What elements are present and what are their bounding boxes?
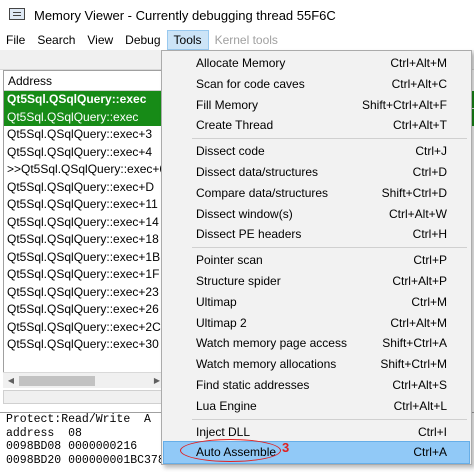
disassembler-row[interactable]: Qt5Sql.QSqlQuery::exec+4: [4, 144, 164, 162]
disassembler-row[interactable]: Qt5Sql.QSqlQuery::exec+11: [4, 196, 164, 214]
menu-item-shortcut: Ctrl+I: [417, 424, 447, 439]
menu-item-shortcut: Ctrl+Alt+L: [393, 398, 447, 413]
menu-item-shortcut: Ctrl+Alt+C: [391, 76, 447, 91]
menu-item-dissect-code[interactable]: Dissect code Ctrl+J: [164, 141, 469, 162]
menu-separator: [192, 247, 467, 249]
menu-item-label: Find static addresses: [196, 377, 310, 392]
menu-item-create-thread[interactable]: Create Thread Ctrl+Alt+T: [164, 115, 469, 136]
scroll-left-icon[interactable]: ◀: [3, 373, 19, 389]
disassembler-row[interactable]: Qt5Sql.QSqlQuery::exec+2C: [4, 319, 164, 337]
disassembler-row[interactable]: >>Qt5Sql.QSqlQuery::exec+6: [4, 161, 164, 179]
memory-viewer-icon: [8, 6, 26, 24]
menu-separator: [192, 418, 467, 420]
menu-item-shortcut: Ctrl+Alt+M: [390, 56, 447, 70]
menu-item-ultimap-2[interactable]: Ultimap 2 Ctrl+Alt+M: [164, 313, 469, 334]
menu-item-shortcut: Shift+Ctrl+A: [382, 336, 447, 351]
menu-item-scan-code-caves[interactable]: Scan for code caves Ctrl+Alt+C: [164, 74, 469, 95]
annotation-number: 3: [282, 440, 290, 455]
title-bar: Memory Viewer - Currently debugging thre…: [0, 0, 474, 30]
menu-item-label: Inject DLL: [196, 424, 251, 439]
menu-bar: File Search View Debug Tools Kernel tool…: [0, 30, 474, 50]
menu-item-shortcut: Ctrl+Alt+M: [390, 315, 447, 330]
menu-item-shortcut: Ctrl+H: [412, 227, 447, 242]
disassembler-row[interactable]: Qt5Sql.QSqlQuery::exec+30: [4, 336, 164, 354]
menu-item-label: Dissect data/structures: [196, 164, 319, 179]
disassembler-row[interactable]: Qt5Sql.QSqlQuery::exec+14: [4, 214, 164, 232]
menu-item-shortcut: Ctrl+P: [413, 253, 447, 268]
menu-item-shortcut: Ctrl+M: [411, 294, 447, 309]
menu-item-label: Watch memory allocations: [196, 357, 337, 372]
disassembler-row[interactable]: Qt5Sql.QSqlQuery::exec+23: [4, 284, 164, 302]
menu-item-compare-data[interactable]: Compare data/structures Shift+Ctrl+D: [164, 183, 469, 204]
menu-item-shortcut: Ctrl+Alt+P: [392, 273, 447, 288]
menu-file[interactable]: File: [0, 30, 31, 50]
menu-item-fill-memory[interactable]: Fill Memory Shift+Ctrl+Alt+F: [164, 95, 469, 116]
menu-item-label: Allocate Memory: [196, 56, 286, 70]
disassembler-row[interactable]: Qt5Sql.QSqlQuery::exec: [4, 108, 164, 126]
menu-item-label: Dissect code: [196, 144, 265, 159]
tools-menu: Allocate Memory Ctrl+Alt+M Scan for code …: [161, 50, 472, 465]
splitter-bar[interactable]: [3, 390, 165, 404]
menu-item-lua-engine[interactable]: Lua Engine Ctrl+Alt+L: [164, 396, 469, 417]
disassembler-view[interactable]: Address Qt5Sql.QSqlQuery::exec Qt5Sql.QS…: [3, 70, 165, 388]
menu-item-auto-assemble[interactable]: Auto Assemble Ctrl+A: [163, 441, 470, 465]
menu-item-label: Dissect window(s): [196, 206, 293, 221]
menu-item-label: Fill Memory: [196, 97, 258, 112]
menu-item-label: Ultimap: [196, 294, 237, 309]
menu-item-label: Scan for code caves: [196, 76, 305, 91]
scrollbar-thumb[interactable]: [19, 376, 95, 386]
menu-item-shortcut: Ctrl+Alt+T: [392, 118, 447, 133]
menu-item-dissect-pe-headers[interactable]: Dissect PE headers Ctrl+H: [164, 224, 469, 245]
menu-item-shortcut: Ctrl+Alt+S: [392, 377, 447, 392]
menu-item-shortcut: Shift+Ctrl+M: [380, 357, 447, 372]
disassembler-row[interactable]: Qt5Sql.QSqlQuery::exec+26: [4, 301, 164, 319]
menu-item-shortcut: Ctrl+J: [415, 144, 447, 159]
menu-item-pointer-scan[interactable]: Pointer scan Ctrl+P: [164, 250, 469, 271]
menu-item-shortcut: Shift+Ctrl+D: [381, 185, 447, 200]
menu-item-label: Pointer scan: [196, 253, 263, 268]
menu-item-shortcut: Ctrl+D: [412, 164, 447, 179]
menu-search[interactable]: Search: [31, 30, 81, 50]
disassembler-row[interactable]: Qt5Sql.QSqlQuery::exec+1F: [4, 266, 164, 284]
menu-item-label: Structure spider: [196, 273, 281, 288]
menu-item-label: Dissect PE headers: [196, 227, 302, 242]
disassembler-row[interactable]: Qt5Sql.QSqlQuery::exec+1B: [4, 249, 164, 267]
disassembler-row[interactable]: Qt5Sql.QSqlQuery::exec+D: [4, 179, 164, 197]
menu-item-label: Compare data/structures: [196, 185, 329, 200]
menu-item-shortcut: Ctrl+Alt+W: [388, 206, 447, 221]
menu-item-label: Ultimap 2: [196, 315, 247, 330]
menu-item-label: Watch memory page access: [196, 336, 347, 351]
disassembler-row[interactable]: Qt5Sql.QSqlQuery::exec: [4, 91, 164, 109]
menu-item-watch-allocations[interactable]: Watch memory allocations Shift+Ctrl+M: [164, 354, 469, 375]
menu-tools[interactable]: Tools: [166, 30, 209, 50]
menu-item-inject-dll[interactable]: Inject DLL Ctrl+I: [164, 422, 469, 443]
disassembler-row[interactable]: Qt5Sql.QSqlQuery::exec+3: [4, 126, 164, 144]
menu-item-shortcut: Shift+Ctrl+Alt+F: [361, 97, 447, 112]
address-column-header[interactable]: Address: [4, 71, 164, 91]
menu-item-dissect-windows[interactable]: Dissect window(s) Ctrl+Alt+W: [164, 204, 469, 225]
disassembler-row[interactable]: Qt5Sql.QSqlQuery::exec+18: [4, 231, 164, 249]
menu-item-structure-spider[interactable]: Structure spider Ctrl+Alt+P: [164, 271, 469, 292]
menu-view[interactable]: View: [81, 30, 119, 50]
menu-kernel-tools[interactable]: Kernel tools: [209, 30, 284, 50]
menu-item-watch-page-access[interactable]: Watch memory page access Shift+Ctrl+A: [164, 333, 469, 354]
menu-debug[interactable]: Debug: [119, 30, 166, 50]
menu-item-label: Lua Engine: [196, 398, 257, 413]
window-title: Memory Viewer - Currently debugging thre…: [34, 7, 336, 23]
menu-item-label: Auto Assemble: [196, 445, 277, 460]
menu-item-label: Create Thread: [196, 118, 274, 133]
menu-item-ultimap[interactable]: Ultimap Ctrl+M: [164, 292, 469, 313]
menu-item-find-static-addresses[interactable]: Find static addresses Ctrl+Alt+S: [164, 375, 469, 396]
menu-item-shortcut: Ctrl+A: [413, 445, 447, 460]
horizontal-scrollbar[interactable]: ◀ ▶: [3, 372, 165, 388]
menu-item-dissect-data[interactable]: Dissect data/structures Ctrl+D: [164, 162, 469, 183]
menu-separator: [192, 138, 467, 140]
menu-item-allocate-memory[interactable]: Allocate Memory Ctrl+Alt+M: [164, 53, 469, 74]
